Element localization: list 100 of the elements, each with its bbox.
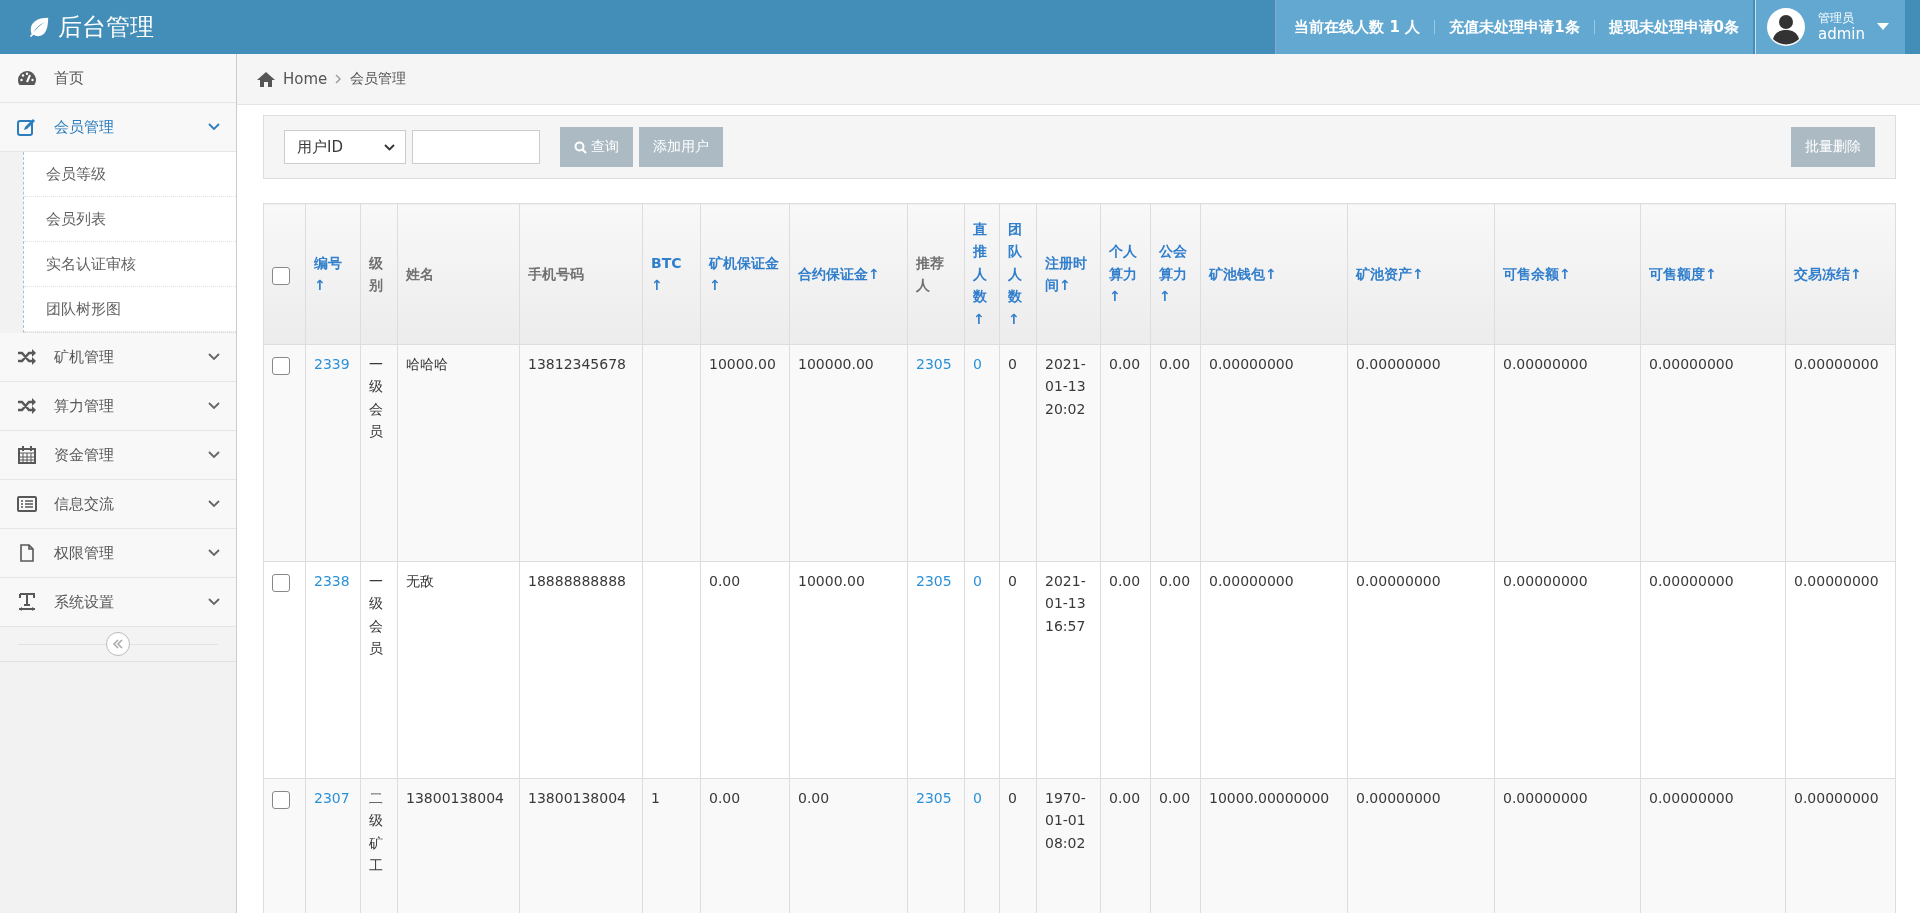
user-name: admin xyxy=(1818,25,1865,44)
table-cell: 2021-01-13 20:02 xyxy=(1045,356,1086,417)
table-cell: 0.00 xyxy=(1159,790,1191,806)
table-cell: 0 xyxy=(1008,573,1017,589)
table-cell: 0.00000000 xyxy=(1209,356,1294,372)
row-checkbox[interactable] xyxy=(272,574,290,592)
table-cell: 0.00000000 xyxy=(1356,356,1441,372)
sortable-column-header[interactable]: 交易冻结↑ xyxy=(1794,262,1887,286)
user-role: 管理员 xyxy=(1818,10,1855,26)
user-menu[interactable]: 管理员 admin xyxy=(1755,0,1905,54)
double-chevron-icon xyxy=(112,639,124,649)
table-cell: 0.00 xyxy=(709,790,741,806)
app-title: 后台管理 xyxy=(58,12,154,43)
breadcrumb-item[interactable]: Home xyxy=(283,70,328,88)
edit-icon xyxy=(17,118,37,136)
batch-delete-button[interactable]: 批量删除 xyxy=(1791,127,1875,167)
table-cell: 一级会员 xyxy=(369,573,383,657)
file-icon xyxy=(19,544,35,562)
sidebar-item[interactable]: 信息交流 xyxy=(0,480,236,529)
collapse-sidebar-button[interactable] xyxy=(106,632,130,656)
caret-icon xyxy=(384,143,395,151)
table-cell: 0.00000000 xyxy=(1356,573,1441,589)
table-cell: 0.00000000 xyxy=(1649,790,1734,806)
table-cell: 0.00000000 xyxy=(1503,573,1588,589)
search-icon xyxy=(574,140,587,154)
sidebar-item[interactable]: 首页 xyxy=(0,54,236,103)
separator xyxy=(1434,20,1436,34)
submenu-item[interactable]: 会员列表 xyxy=(24,197,236,242)
table-cell: 哈哈哈 xyxy=(406,356,448,372)
table-cell: 2021-01-13 16:57 xyxy=(1045,573,1086,634)
column-header: 级别 xyxy=(369,253,384,295)
home-icon xyxy=(257,71,275,87)
table-cell: 0.00 xyxy=(1159,573,1191,589)
sidebar-item[interactable]: 权限管理 xyxy=(0,529,236,578)
table-link[interactable]: 0 xyxy=(973,790,982,806)
sortable-column-header[interactable]: 合约保证金↑ xyxy=(798,262,899,286)
table-link[interactable]: 2305 xyxy=(916,573,952,589)
avatar-icon xyxy=(1766,7,1806,47)
table-cell: 0.00000000 xyxy=(1649,573,1734,589)
table-cell: 0.00 xyxy=(1159,356,1191,372)
table-link[interactable]: 0 xyxy=(973,356,982,372)
sortable-column-header[interactable]: 矿池钱包↑ xyxy=(1209,262,1339,286)
table-cell: 0.00000000 xyxy=(1209,573,1294,589)
table-cell: 10000.00000000 xyxy=(1209,790,1330,806)
table-cell: 0.00 xyxy=(709,573,741,589)
search-button[interactable]: 查询 xyxy=(560,127,633,167)
filter-select[interactable]: 用户ID xyxy=(284,130,406,164)
sortable-column-header[interactable]: 矿池资产↑ xyxy=(1356,262,1486,286)
header-stat[interactable]: 提现未处理申请0条 xyxy=(1600,17,1747,37)
sortable-column-header[interactable]: 可售余额↑ xyxy=(1503,262,1632,286)
row-checkbox[interactable] xyxy=(272,357,290,375)
table-cell: 0.00000000 xyxy=(1794,356,1879,372)
sidebar-item[interactable]: 会员管理 xyxy=(0,103,236,152)
table-cell: 0.00 xyxy=(1109,573,1141,589)
table-cell: 0.00 xyxy=(1109,790,1141,806)
table-link[interactable]: 2305 xyxy=(916,790,952,806)
header-stat[interactable]: 充值未处理申请1条 xyxy=(1441,17,1588,37)
table-cell: 0.00 xyxy=(1109,356,1141,372)
sidebar-item[interactable]: 系统设置 xyxy=(0,578,236,627)
table-cell: 13800138004 xyxy=(528,790,626,806)
separator xyxy=(1593,20,1595,34)
calendar-icon xyxy=(18,446,36,464)
submenu-item[interactable]: 团队树形图 xyxy=(24,287,236,332)
shuffle-icon xyxy=(17,398,37,414)
table-cell: 0 xyxy=(1008,356,1017,372)
table-cell: 0.00000000 xyxy=(1503,356,1588,372)
shuffle-icon xyxy=(17,349,37,365)
table-cell: 13800138004 xyxy=(406,790,504,806)
submenu-item[interactable]: 会员等级 xyxy=(24,152,236,197)
search-field[interactable] xyxy=(412,130,540,164)
table-cell: 0 xyxy=(1008,790,1017,806)
table-link[interactable]: 2338 xyxy=(314,573,350,589)
table-cell: 10000.00 xyxy=(709,356,776,372)
table-cell: 0.00000000 xyxy=(1794,790,1879,806)
caret-icon xyxy=(1877,23,1889,31)
table-cell: 二级矿工 xyxy=(369,790,383,874)
table-link[interactable]: 2305 xyxy=(916,356,952,372)
select-all-checkbox[interactable] xyxy=(272,267,290,285)
header-stat[interactable]: 当前在线人数 1 人 xyxy=(1286,17,1429,37)
table-cell: 0.00000000 xyxy=(1649,356,1734,372)
table-link[interactable]: 2339 xyxy=(314,356,350,372)
text-height-icon xyxy=(17,593,37,611)
table-cell: 100000.00 xyxy=(798,356,874,372)
table-cell: 1970-01-01 08:02 xyxy=(1045,790,1086,851)
table-cell: 一级会员 xyxy=(369,356,383,440)
submenu-item[interactable]: 实名认证审核 xyxy=(24,242,236,287)
table-cell: 0.00000000 xyxy=(1794,573,1879,589)
table-link[interactable]: 2307 xyxy=(314,790,350,806)
table-cell: 1 xyxy=(651,790,660,806)
chevron-right-icon xyxy=(335,74,343,84)
add-user-button[interactable]: 添加用户 xyxy=(639,127,723,167)
table-cell: 18888888888 xyxy=(528,573,626,589)
sidebar-item[interactable]: 资金管理 xyxy=(0,431,236,480)
table-link[interactable]: 0 xyxy=(973,573,982,589)
sidebar-item[interactable]: 矿机管理 xyxy=(0,333,236,382)
breadcrumb-item: 会员管理 xyxy=(350,70,407,88)
row-checkbox[interactable] xyxy=(272,791,290,809)
column-header: 推荐人 xyxy=(916,253,945,295)
sortable-column-header[interactable]: 可售额度↑ xyxy=(1649,262,1777,286)
sidebar-item[interactable]: 算力管理 xyxy=(0,382,236,431)
